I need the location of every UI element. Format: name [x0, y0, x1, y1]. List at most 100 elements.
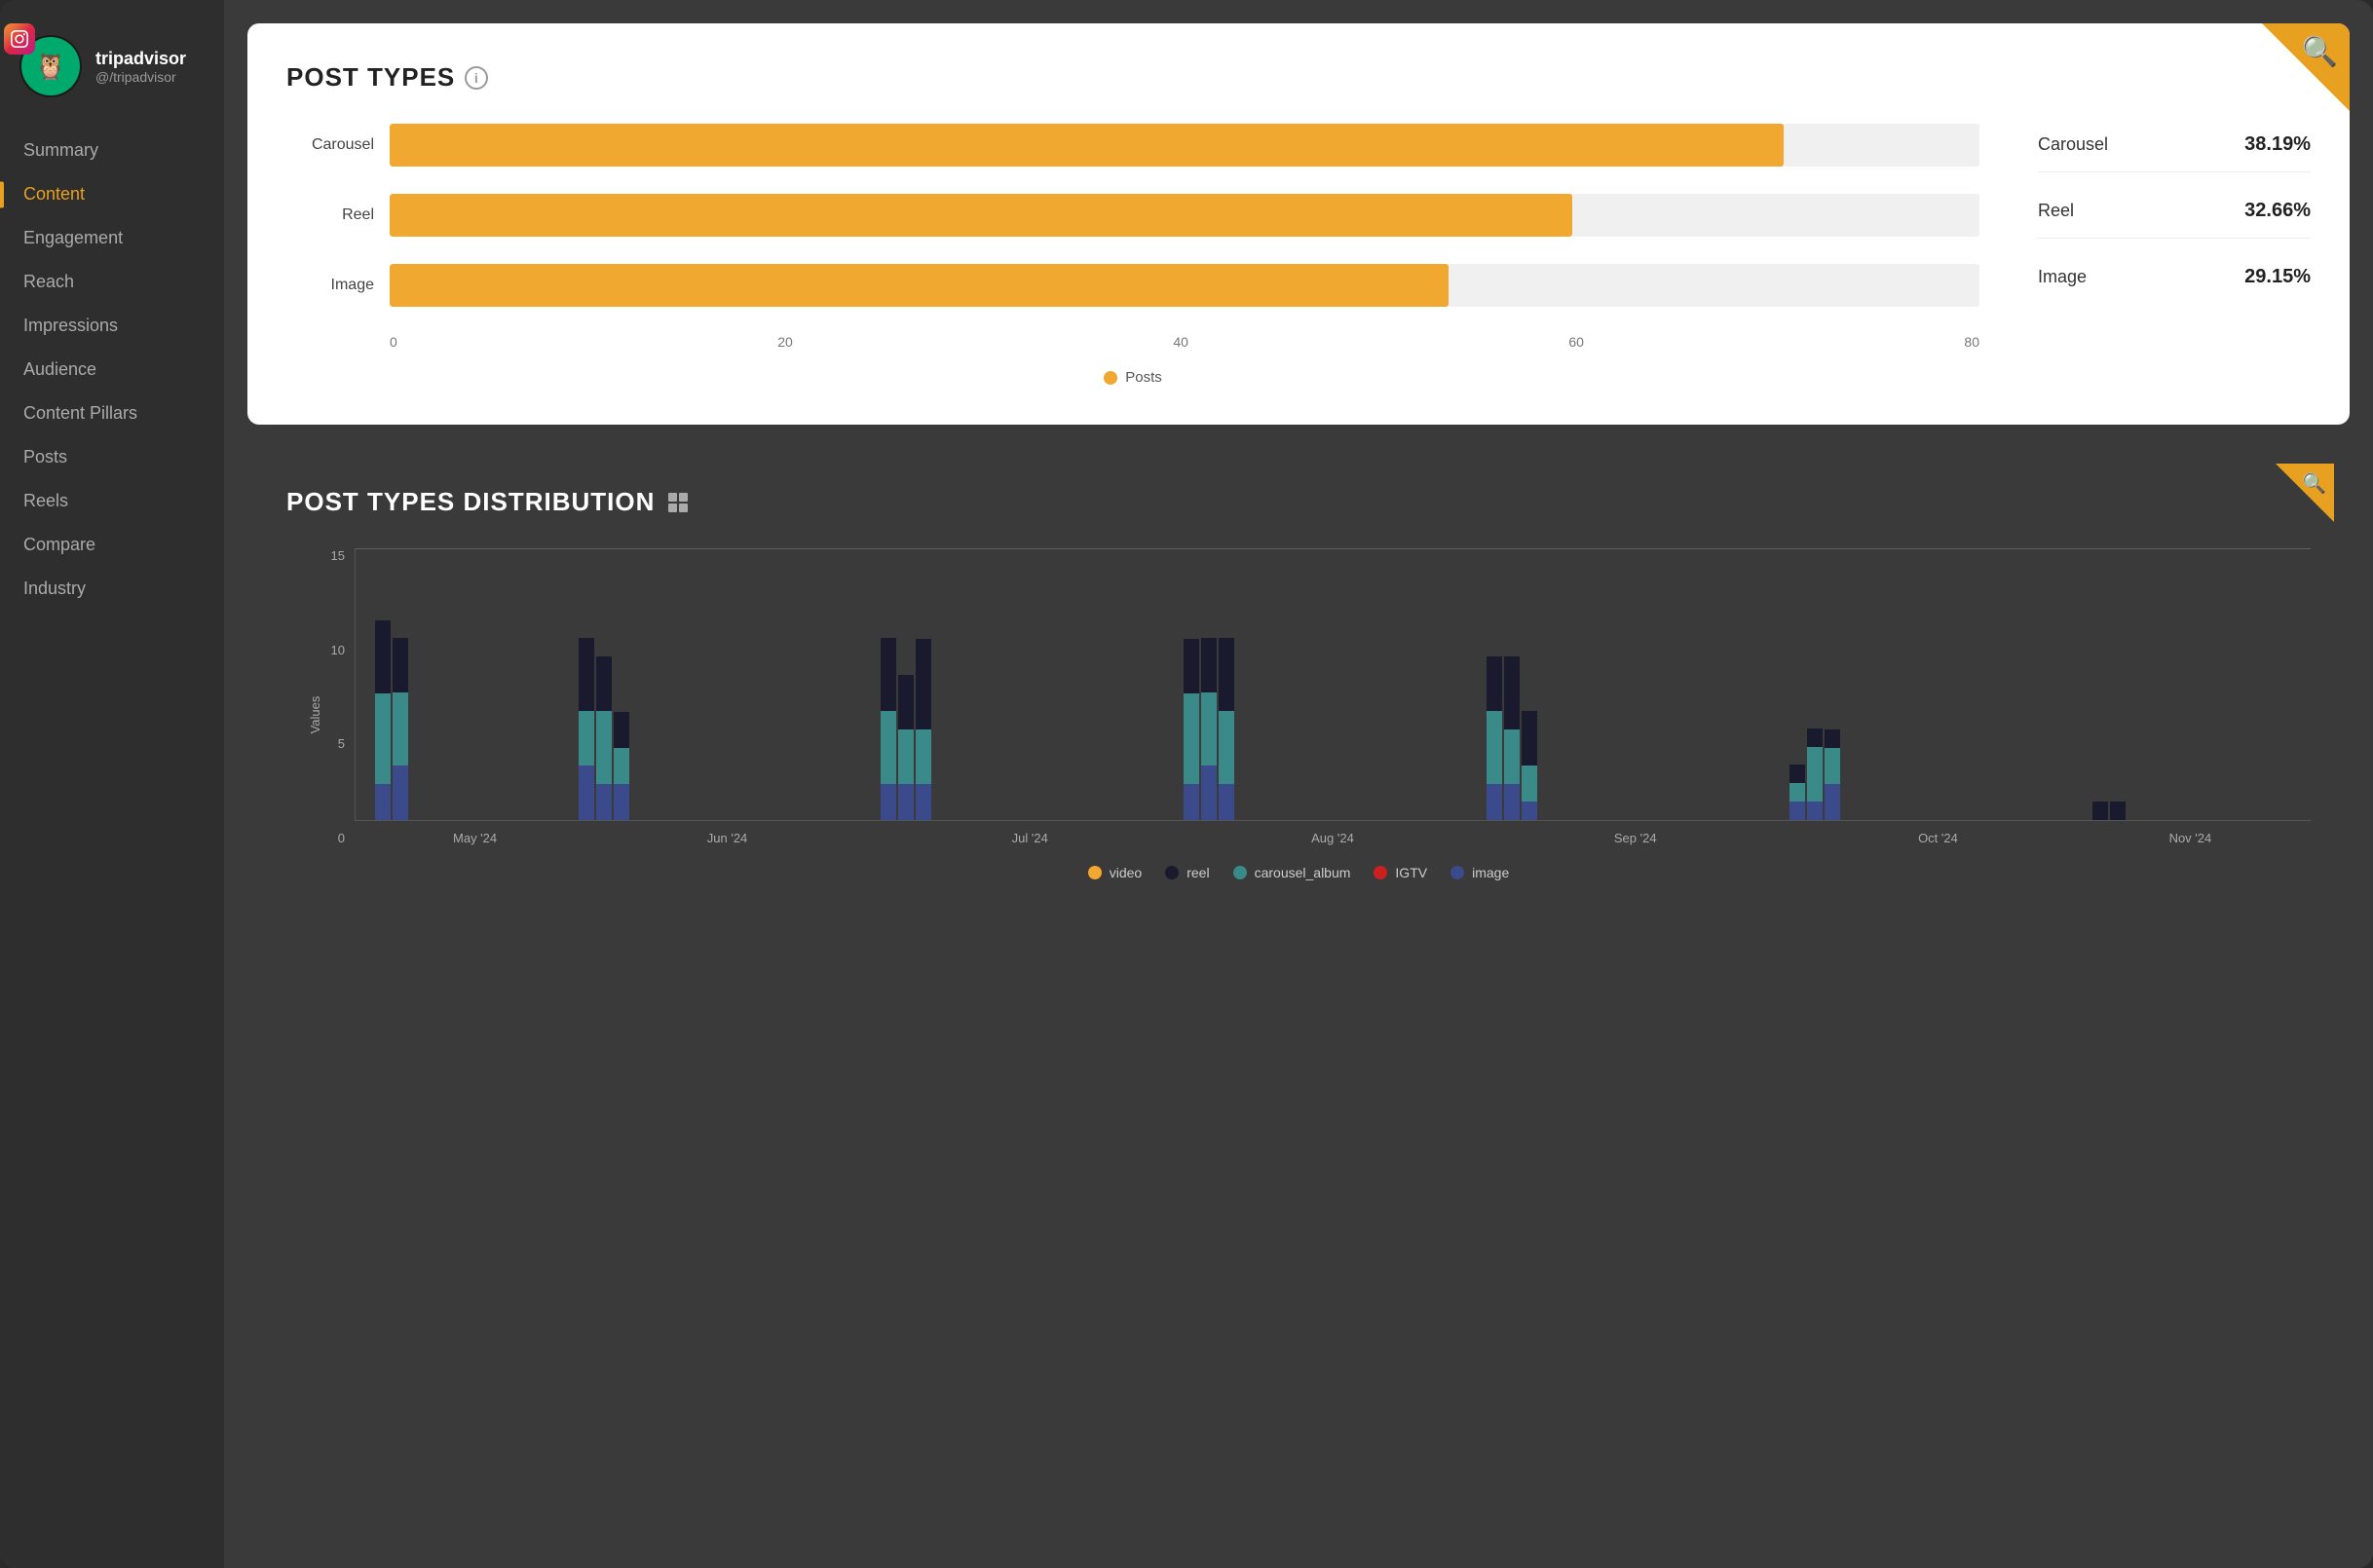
- stacked-bar-sep3[interactable]: [1522, 711, 1537, 820]
- stat-name-carousel: Carousel: [2038, 134, 2108, 155]
- stacked-bar-jun3[interactable]: [614, 712, 629, 820]
- stacked-bar-oct1[interactable]: [1789, 765, 1805, 820]
- sidebar-item-impressions[interactable]: Impressions: [0, 304, 224, 348]
- reel-track: [390, 194, 1979, 237]
- sidebar-item-posts[interactable]: Posts: [0, 435, 224, 479]
- bar-group-nov: [2092, 802, 2292, 820]
- stacked-bar-jul2[interactable]: [898, 675, 914, 820]
- x-axis-0: 0: [390, 334, 397, 350]
- x-axis-labels: May '24 Jun '24 Jul '24 Aug '24 Sep '24 …: [355, 821, 2311, 845]
- sidebar-item-reach[interactable]: Reach: [0, 260, 224, 304]
- post-types-title: POST TYPES i: [286, 62, 2311, 93]
- y-label-10: 10: [331, 643, 345, 657]
- grid-icon-cell-4: [679, 504, 688, 512]
- stacked-bar-jul1[interactable]: [881, 638, 896, 820]
- profile-name: tripadvisor: [95, 49, 186, 69]
- bar-group-sep: [1487, 656, 1786, 820]
- stacked-bar-aug1[interactable]: [1184, 639, 1199, 820]
- x-axis-40: 40: [1173, 334, 1188, 350]
- stat-row-image: Image 29.15%: [2038, 266, 2311, 304]
- sidebar-item-industry[interactable]: Industry: [0, 567, 224, 611]
- main-content: 🔍 POST TYPES i Carousel: [224, 0, 2373, 1568]
- x-axis-60: 60: [1568, 334, 1584, 350]
- grid-icon-cell-2: [679, 493, 688, 502]
- stacked-bar[interactable]: [375, 620, 391, 820]
- stat-value-reel: 32.66%: [2244, 200, 2311, 222]
- stacked-bar-2[interactable]: [393, 638, 408, 820]
- stacked-bar-jun1[interactable]: [579, 638, 594, 820]
- legend-dot-carousel: [1233, 866, 1247, 879]
- image-seg-2: [393, 765, 408, 820]
- distribution-chart-wrap: Values 15 10 5 0: [286, 548, 2311, 880]
- x-axis-20: 20: [777, 334, 793, 350]
- reel-label: Reel: [286, 206, 374, 224]
- image-fill: [390, 264, 1449, 307]
- reel-seg: [375, 620, 391, 693]
- legend-label-reel: reel: [1186, 865, 1209, 880]
- legend-item-igtv: IGTV: [1374, 865, 1427, 880]
- legend-item-reel: reel: [1165, 865, 1209, 880]
- stacked-bar-sep2[interactable]: [1504, 656, 1520, 820]
- legend-label-posts: Posts: [1125, 369, 1162, 386]
- stacked-bar-jul3[interactable]: [916, 639, 931, 820]
- image-label: Image: [286, 277, 374, 294]
- carousel-track: [390, 124, 1979, 167]
- sidebar: 🦉 tripadvisor @/tripadvisor Summary Cont…: [0, 0, 224, 1568]
- distribution-card: 🔍 POST TYPES DISTRIBUTION Values 15: [247, 448, 2350, 919]
- stacked-bar-nov1[interactable]: [2092, 802, 2108, 820]
- stat-value-carousel: 38.19%: [2244, 133, 2311, 156]
- bar-group-aug: [1184, 638, 1483, 820]
- reel-bar-row: Reel: [286, 194, 1979, 237]
- legend-dot-igtv: [1374, 866, 1387, 879]
- legend-dot-video: [1088, 866, 1102, 879]
- stacked-bar-nov2[interactable]: [2110, 802, 2126, 820]
- grid-icon-cell-1: [668, 493, 677, 502]
- sidebar-item-audience[interactable]: Audience: [0, 348, 224, 392]
- x-label-jun: Jun '24: [576, 831, 879, 845]
- reel-seg-2: [393, 638, 408, 692]
- sidebar-item-compare[interactable]: Compare: [0, 523, 224, 567]
- bar-group-may: [375, 620, 575, 820]
- search-icon[interactable]: 🔍: [2302, 35, 2338, 69]
- bar-group-jul: [881, 638, 1180, 820]
- x-label-sep: Sep '24: [1484, 831, 1787, 845]
- stat-row-reel: Reel 32.66%: [2038, 200, 2311, 239]
- stacked-bar-jun2[interactable]: [596, 656, 612, 820]
- image-seg: [375, 784, 391, 820]
- x-axis-80: 80: [1964, 334, 1979, 350]
- stacked-bar-oct2[interactable]: [1807, 728, 1823, 820]
- carousel-fill: [390, 124, 1784, 167]
- info-icon[interactable]: i: [465, 66, 488, 90]
- stacked-chart: [355, 548, 2311, 821]
- sidebar-item-reels[interactable]: Reels: [0, 479, 224, 523]
- legend-label-image: image: [1472, 865, 1509, 880]
- profile-info: tripadvisor @/tripadvisor: [95, 49, 186, 85]
- stacked-bar-aug3[interactable]: [1219, 638, 1234, 820]
- app-container: 🦉 tripadvisor @/tripadvisor Summary Cont…: [0, 0, 2373, 1568]
- legend-dot-posts: [1104, 371, 1117, 385]
- x-label-may: May '24: [374, 831, 576, 845]
- stacked-bar-sep1[interactable]: [1487, 656, 1502, 820]
- chart-layout: Carousel Reel Image: [286, 124, 2311, 386]
- legend-label-igtv: IGTV: [1395, 865, 1427, 880]
- carousel-seg-2: [393, 692, 408, 765]
- image-track: [390, 264, 1979, 307]
- y-axis-label: Values: [308, 695, 322, 733]
- x-label-nov: Nov '24: [2090, 831, 2291, 845]
- legend-dot-image: [1450, 866, 1464, 879]
- legend-dot-reel: [1165, 866, 1179, 879]
- y-label-0: 0: [338, 831, 345, 845]
- carousel-bar-row: Carousel: [286, 124, 1979, 167]
- image-bar-row: Image: [286, 264, 1979, 307]
- profile-handle: @/tripadvisor: [95, 69, 186, 85]
- stacked-bar-aug2[interactable]: [1201, 638, 1217, 820]
- sidebar-item-summary[interactable]: Summary: [0, 129, 224, 172]
- x-label-aug: Aug '24: [1182, 831, 1485, 845]
- sidebar-item-content[interactable]: Content: [0, 172, 224, 216]
- distribution-title: POST TYPES DISTRIBUTION: [286, 487, 2311, 517]
- stat-value-image: 29.15%: [2244, 266, 2311, 288]
- stat-name-image: Image: [2038, 267, 2087, 287]
- sidebar-item-content-pillars[interactable]: Content Pillars: [0, 392, 224, 435]
- sidebar-item-engagement[interactable]: Engagement: [0, 216, 224, 260]
- stacked-bar-oct3[interactable]: [1825, 729, 1840, 820]
